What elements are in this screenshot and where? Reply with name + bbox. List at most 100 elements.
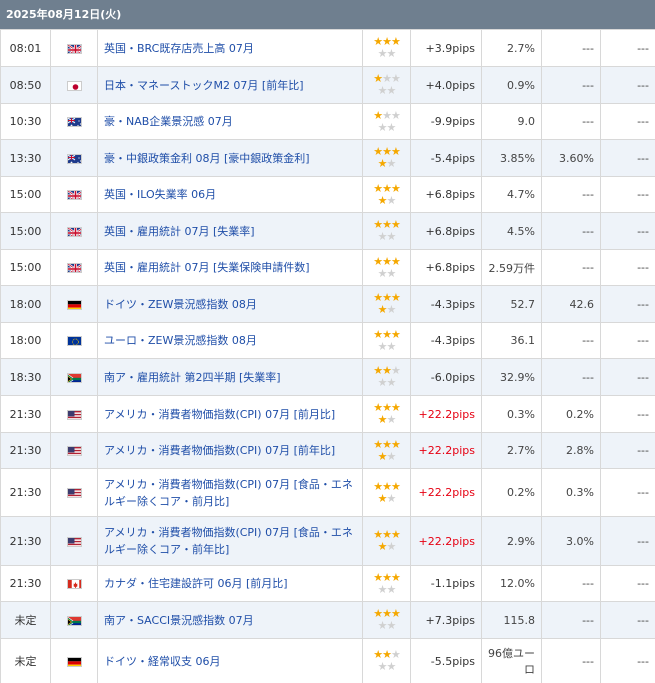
pips-move: -5.4pips (410, 139, 482, 177)
calendar-row: 21:30 アメリカ・消費者物価指数(CPI) 07月 [前年比] ★★★ ★★ +22… (0, 432, 655, 469)
pips-move: -5.5pips (410, 638, 482, 683)
previous-value: 0.2% (481, 468, 542, 517)
previous-value: 2.7% (481, 29, 542, 67)
country-flag-icon (50, 212, 98, 250)
event-link[interactable]: 豪・中銀政策金利 08月 [豪中銀政策金利] (97, 139, 363, 177)
country-flag-icon (50, 395, 98, 433)
importance-stars-icon: ★★★ ★★ (362, 358, 411, 396)
forecast-value: --- (541, 601, 601, 639)
country-flag-icon (50, 565, 98, 602)
event-link[interactable]: アメリカ・消費者物価指数(CPI) 07月 [前年比] (97, 432, 363, 469)
forecast-value: 3.60% (541, 139, 601, 177)
event-link[interactable]: 日本・マネーストックM2 07月 [前年比] (97, 66, 363, 104)
pips-move: -4.3pips (410, 285, 482, 323)
date-header: 2025年08月12日(火) (0, 0, 655, 29)
event-link[interactable]: 英国・BRC既存店売上高 07月 (97, 29, 363, 67)
pips-move: -4.3pips (410, 322, 482, 359)
pips-move: +22.2pips (410, 468, 482, 517)
country-flag-icon (50, 29, 98, 67)
calendar-row: 21:30 アメリカ・消費者物価指数(CPI) 07月 [食品・エネルギー除くコア… (0, 468, 655, 517)
country-flag-icon (50, 322, 98, 359)
forecast-value: 3.0% (541, 516, 601, 566)
forecast-value: --- (541, 638, 601, 683)
calendar-row: 18:00 ドイツ・ZEW景況感指数 08月 ★★★ ★★ -4.3pips 52.7 42… (0, 285, 655, 323)
event-link[interactable]: アメリカ・消費者物価指数(CPI) 07月 [食品・エネルギー除くコア・前年比] (97, 516, 363, 566)
country-flag-icon (50, 516, 98, 566)
importance-stars-icon: ★★★ ★★ (362, 565, 411, 602)
forecast-value: 0.3% (541, 468, 601, 517)
event-link[interactable]: 英国・雇用統計 07月 [失業保険申請件数] (97, 249, 363, 286)
previous-value: 52.7 (481, 285, 542, 323)
country-flag-icon (50, 358, 98, 396)
pips-move: +6.8pips (410, 176, 482, 213)
calendar-row: 未定 南ア・SACCI景況感指数 07月 ★★★ ★★ +7.3pips 115.8 ---… (0, 601, 655, 639)
pips-move: +6.8pips (410, 212, 482, 250)
event-link[interactable]: 南ア・雇用統計 第2四半期 [失業率] (97, 358, 363, 396)
event-time: 18:00 (0, 322, 51, 359)
country-flag-icon (50, 468, 98, 517)
importance-stars-icon: ★★★ ★★ (362, 176, 411, 213)
previous-value: 2.9% (481, 516, 542, 566)
event-link[interactable]: 豪・NAB企業景況感 07月 (97, 103, 363, 140)
event-time: 15:00 (0, 176, 51, 213)
event-link[interactable]: アメリカ・消費者物価指数(CPI) 07月 [前月比] (97, 395, 363, 433)
calendar-row: 21:30 カナダ・住宅建設許可 06月 [前月比] ★★★ ★★ -1.1pips 12… (0, 565, 655, 602)
event-time: 18:00 (0, 285, 51, 323)
event-time: 15:00 (0, 212, 51, 250)
forecast-value: 42.6 (541, 285, 601, 323)
previous-value: 0.9% (481, 66, 542, 104)
importance-stars-icon: ★★★ ★★ (362, 322, 411, 359)
forecast-value: 0.2% (541, 395, 601, 433)
calendar-row: 18:30 南ア・雇用統計 第2四半期 [失業率] ★★★ ★★ -6.0pips 32.… (0, 358, 655, 396)
pips-move: -9.9pips (410, 103, 482, 140)
pips-move: +22.2pips (410, 432, 482, 469)
actual-value: --- (600, 285, 655, 323)
actual-value: --- (600, 176, 655, 213)
importance-stars-icon: ★★★ ★★ (362, 66, 411, 104)
forecast-value: --- (541, 212, 601, 250)
actual-value: --- (600, 249, 655, 286)
previous-value: 3.85% (481, 139, 542, 177)
pips-move: -6.0pips (410, 358, 482, 396)
importance-stars-icon: ★★★ ★★ (362, 601, 411, 639)
event-link[interactable]: アメリカ・消費者物価指数(CPI) 07月 [食品・エネルギー除くコア・前月比] (97, 468, 363, 517)
event-time: 08:01 (0, 29, 51, 67)
calendar-row: 10:30 豪・NAB企業景況感 07月 ★★★ ★★ -9.9pips 9.0 --- --… (0, 103, 655, 140)
forecast-value: --- (541, 358, 601, 396)
pips-move: +4.0pips (410, 66, 482, 104)
event-link[interactable]: カナダ・住宅建設許可 06月 [前月比] (97, 565, 363, 602)
calendar-row: 15:00 英国・ILO失業率 06月 ★★★ ★★ +6.8pips 4.7% --- --… (0, 176, 655, 213)
actual-value: --- (600, 66, 655, 104)
calendar-row: 08:01 英国・BRC既存店売上高 07月 ★★★ ★★ +3.9pips 2.7% --… (0, 29, 655, 67)
forecast-value: --- (541, 66, 601, 104)
forecast-value: --- (541, 565, 601, 602)
previous-value: 2.7% (481, 432, 542, 469)
importance-stars-icon: ★★★ ★★ (362, 516, 411, 566)
event-link[interactable]: ドイツ・ZEW景況感指数 08月 (97, 285, 363, 323)
importance-stars-icon: ★★★ ★★ (362, 103, 411, 140)
pips-move: -1.1pips (410, 565, 482, 602)
forecast-value: --- (541, 29, 601, 67)
forecast-value: --- (541, 249, 601, 286)
actual-value: --- (600, 516, 655, 566)
country-flag-icon (50, 285, 98, 323)
event-link[interactable]: 南ア・SACCI景況感指数 07月 (97, 601, 363, 639)
event-time: 21:30 (0, 516, 51, 566)
event-link[interactable]: 英国・ILO失業率 06月 (97, 176, 363, 213)
previous-value: 2.59万件 (481, 249, 542, 286)
previous-value: 4.5% (481, 212, 542, 250)
event-time: 21:30 (0, 395, 51, 433)
event-time: 未定 (0, 638, 51, 683)
event-time: 18:30 (0, 358, 51, 396)
event-link[interactable]: ドイツ・経常収支 06月 (97, 638, 363, 683)
country-flag-icon (50, 176, 98, 213)
actual-value: --- (600, 322, 655, 359)
event-link[interactable]: 英国・雇用統計 07月 [失業率] (97, 212, 363, 250)
economic-calendar-table: 08:01 英国・BRC既存店売上高 07月 ★★★ ★★ +3.9pips 2.7% --… (0, 29, 655, 683)
previous-value: 12.0% (481, 565, 542, 602)
previous-value: 115.8 (481, 601, 542, 639)
country-flag-icon (50, 249, 98, 286)
event-link[interactable]: ユーロ・ZEW景況感指数 08月 (97, 322, 363, 359)
actual-value: --- (600, 358, 655, 396)
importance-stars-icon: ★★★ ★★ (362, 395, 411, 433)
